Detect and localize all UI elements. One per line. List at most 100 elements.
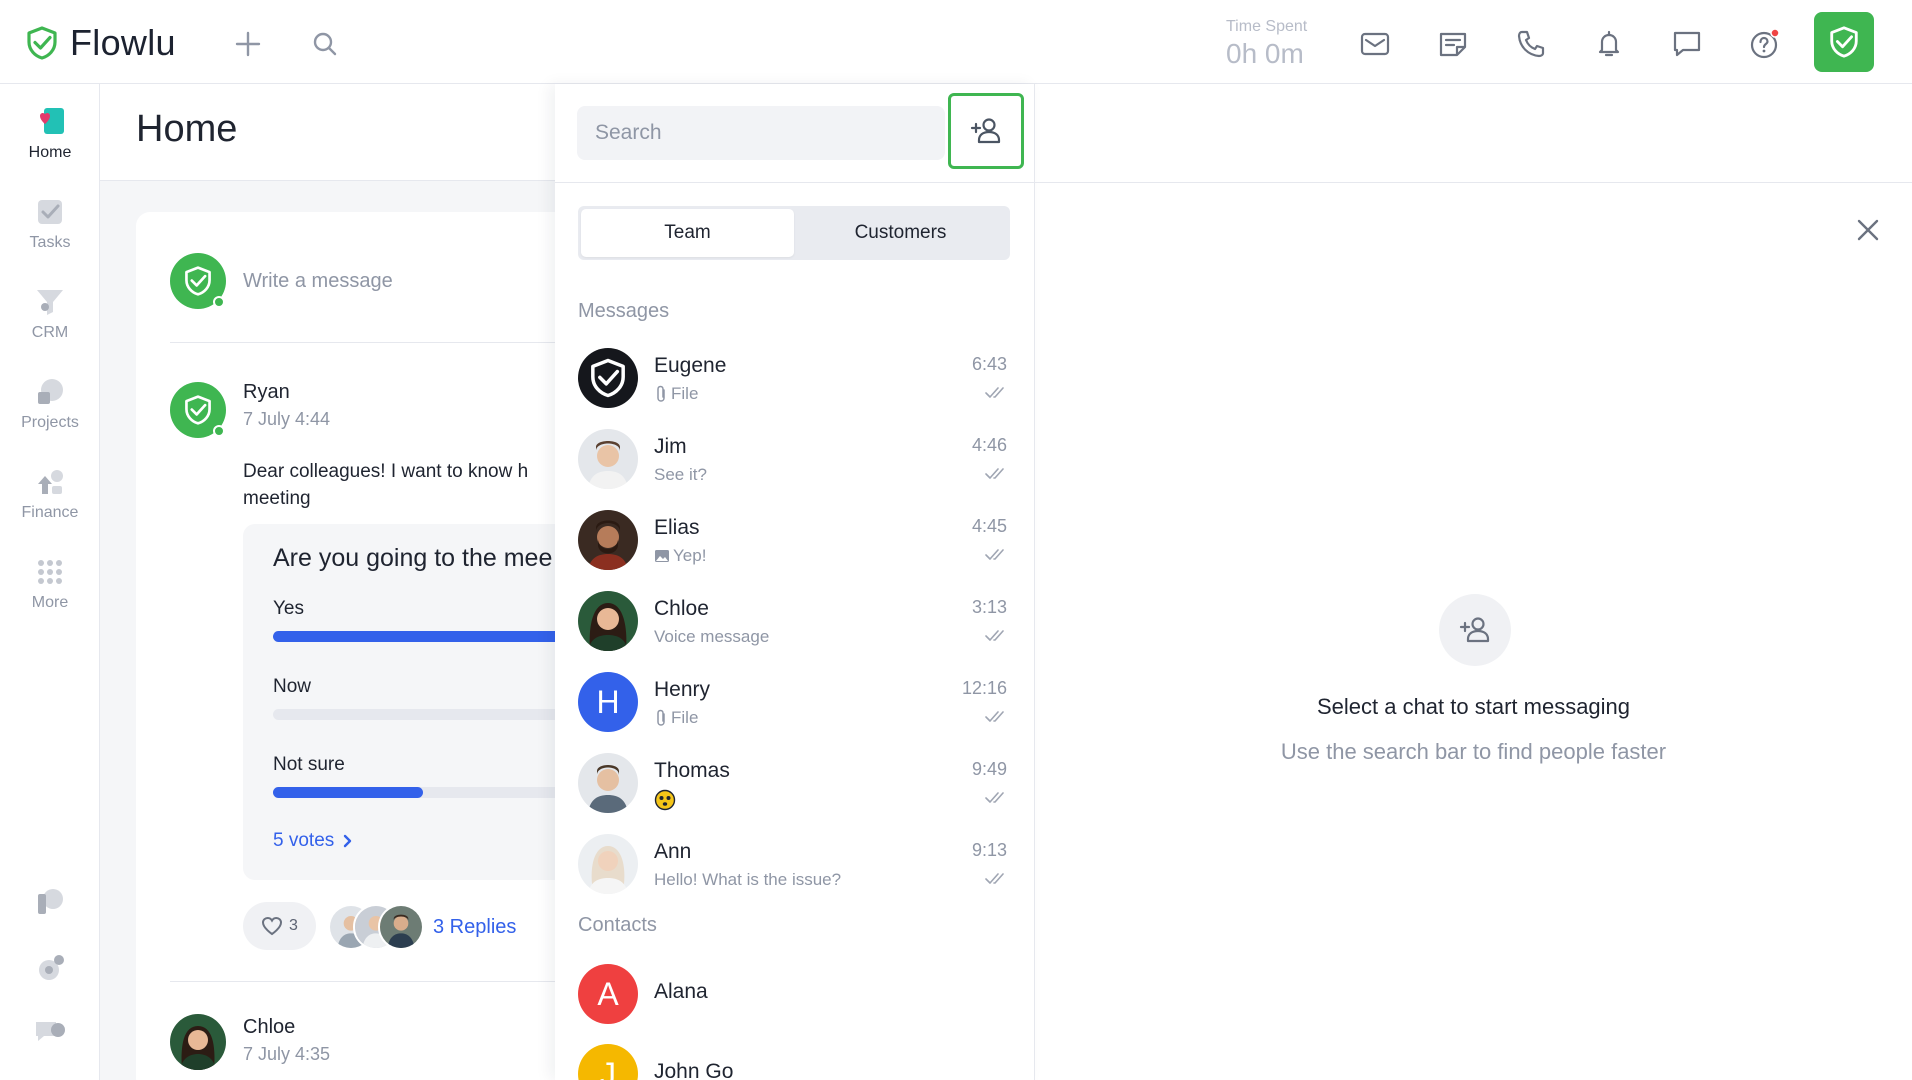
chat-type-switch: Team Customers — [578, 206, 1010, 260]
global-search-button[interactable] — [305, 24, 345, 64]
nav-label-crm: CRM — [31, 324, 69, 341]
chat-preview-text: Voice message — [654, 627, 770, 646]
app-logo[interactable]: Flowlu — [24, 22, 176, 64]
parking-button[interactable] — [32, 884, 68, 920]
chat-time: 9:49 — [971, 759, 1007, 779]
chat-preview: Yep! — [654, 546, 706, 566]
tab-team[interactable]: Team — [581, 209, 794, 257]
contact-item-john-go[interactable]: J John Go — [555, 1044, 1035, 1080]
double-check-icon — [985, 792, 1004, 803]
contact-item-alana[interactable]: A Alana — [555, 964, 1035, 1044]
post-author-avatar[interactable] — [170, 382, 226, 438]
post-date: 7 July 4:44 — [243, 409, 331, 429]
tasks-icon — [38, 200, 62, 224]
chat-name: Eugene — [654, 354, 727, 377]
chat-time: 9:13 — [971, 840, 1007, 860]
flowlu-check-icon — [1830, 26, 1858, 58]
avatar — [578, 510, 638, 570]
poll-option-label[interactable]: Not sure — [273, 754, 345, 776]
votes-count: 5 votes — [273, 830, 335, 851]
nav-label-more: More — [31, 594, 69, 611]
poll-option-label[interactable]: Now — [273, 676, 311, 698]
new-chat-button[interactable] — [948, 93, 1024, 169]
flowlu-check-icon — [185, 395, 211, 425]
chat-preview: File — [654, 384, 698, 404]
votes-link[interactable]: 5 votes — [273, 830, 354, 852]
flowlu-check-icon — [591, 358, 625, 398]
avatar-photo — [578, 753, 638, 813]
chat-item-elias[interactable]: Elias Yep! 4:45 — [555, 510, 1035, 590]
messages-section-label: Messages — [578, 300, 670, 322]
post-author-avatar[interactable] — [170, 1014, 226, 1070]
notifications-button[interactable] — [1589, 24, 1629, 64]
phone-button[interactable] — [1511, 24, 1551, 64]
close-messenger-button[interactable] — [1852, 214, 1884, 246]
nav-item-crm[interactable]: CRM — [0, 284, 100, 342]
flowlu-status-button[interactable] — [1814, 12, 1874, 72]
avatar: J — [578, 1044, 638, 1080]
poll-option-bar — [273, 631, 573, 642]
nav-item-tasks[interactable]: Tasks — [0, 194, 100, 252]
feed-divider — [170, 981, 560, 982]
time-spent-label: Time Spent — [1226, 18, 1308, 35]
double-check-icon — [985, 630, 1004, 641]
nav-item-more[interactable]: More — [0, 554, 100, 612]
replies-link[interactable]: 3 Replies — [433, 916, 516, 939]
help-button[interactable] — [1745, 24, 1785, 64]
chat-preview-text: Hello! What is the issue? — [654, 870, 842, 889]
chat-item-henry[interactable]: H Henry File 12:16 — [555, 672, 1035, 752]
nav-item-projects[interactable]: Projects — [0, 374, 100, 432]
settings-button[interactable] — [32, 950, 68, 986]
panel-divider — [555, 182, 1035, 183]
poll-option-bar — [273, 709, 573, 720]
chat-search-input[interactable] — [577, 106, 945, 160]
finance-icon — [38, 470, 63, 494]
nav-item-finance[interactable]: Finance — [0, 464, 100, 522]
avatar: H — [578, 672, 638, 732]
current-user-avatar[interactable] — [170, 253, 226, 309]
contact-name: Alana — [654, 980, 708, 1003]
chat-item-jim[interactable]: Jim See it? 4:46 — [555, 429, 1035, 509]
write-message-input[interactable]: Write a message — [243, 270, 393, 293]
chat-time: 6:43 — [971, 354, 1007, 374]
poll-option-label[interactable]: Yes — [273, 598, 304, 620]
avatar-photo — [578, 591, 638, 651]
mail-icon — [1360, 32, 1390, 56]
poll-question: Are you going to the mee — [273, 544, 553, 572]
chat-name: Ann — [654, 840, 692, 863]
add-person-icon — [1459, 617, 1490, 643]
chat-item-ann[interactable]: Ann Hello! What is the issue? 9:13 — [555, 834, 1035, 914]
post-author-name[interactable]: Chloe — [243, 1016, 295, 1039]
double-check-icon — [985, 873, 1004, 884]
empty-state-title: Select a chat to start messaging — [1316, 694, 1631, 719]
time-spent-widget[interactable]: Time Spent 0h 0m — [1226, 18, 1307, 70]
chat-item-eugene[interactable]: Eugene File 6:43 — [555, 348, 1035, 428]
mail-button[interactable] — [1355, 24, 1395, 64]
chat-time: 3:13 — [971, 597, 1007, 617]
header-divider — [1035, 182, 1912, 183]
poll-card: Are you going to the mee Yes Now Not sur… — [243, 524, 573, 880]
chat-item-thomas[interactable]: Thomas 9:49 — [555, 753, 1035, 833]
nav-item-home[interactable]: Home — [0, 104, 100, 162]
avatar-photo — [578, 834, 638, 894]
post-author-name[interactable]: Ryan — [243, 381, 290, 404]
add-person-icon — [970, 118, 1001, 144]
create-button[interactable] — [228, 24, 268, 64]
contacts-section-label: Contacts — [578, 914, 657, 936]
chat-name: Thomas — [654, 759, 730, 782]
chat-preview-text: See it? — [654, 465, 707, 484]
reply-avatars[interactable] — [328, 904, 424, 950]
plus-icon — [235, 31, 261, 57]
note-icon — [1439, 32, 1467, 57]
flowlu-logo-icon — [27, 26, 57, 60]
tab-customers[interactable]: Customers — [794, 209, 1007, 257]
online-indicator — [213, 425, 225, 437]
notes-button[interactable] — [1433, 24, 1473, 64]
messenger-button[interactable] — [1667, 24, 1707, 64]
close-icon — [1857, 219, 1879, 241]
like-button[interactable]: 3 — [243, 902, 316, 950]
chat-preview-text: File — [671, 708, 699, 727]
emoji-icon — [654, 789, 676, 811]
support-button[interactable] — [32, 1014, 68, 1050]
chat-item-chloe[interactable]: Chloe Voice message 3:13 — [555, 591, 1035, 671]
